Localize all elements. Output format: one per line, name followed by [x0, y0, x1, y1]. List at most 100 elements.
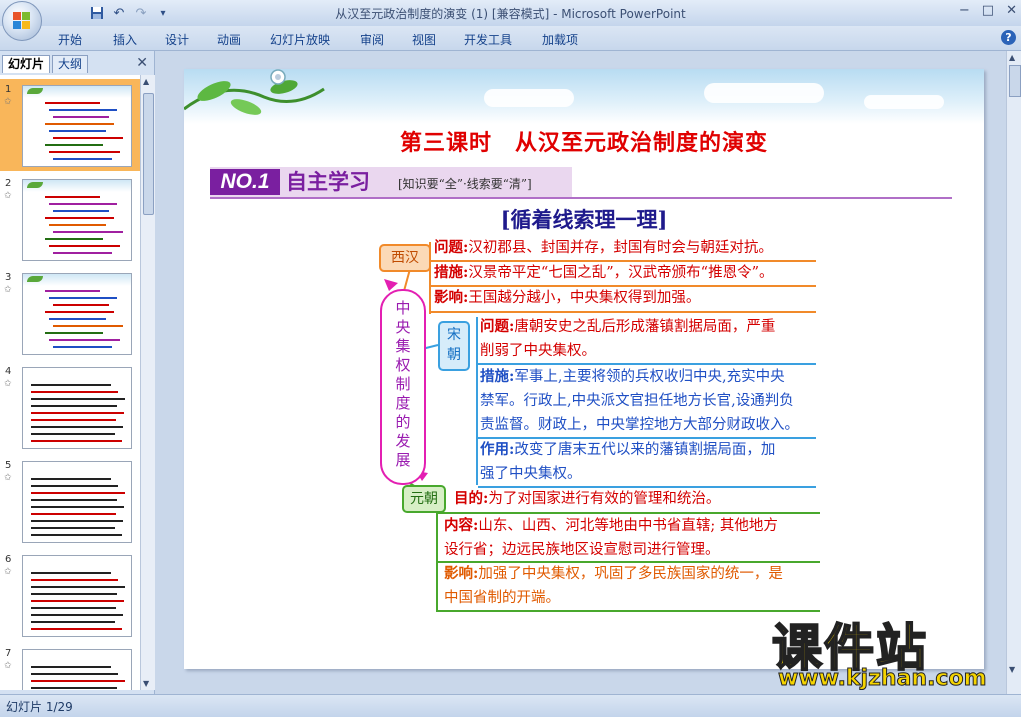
xihan-bracket	[429, 242, 431, 314]
tab-slideshow[interactable]: 幻灯片放映	[270, 31, 330, 48]
thumbnail-text-line	[31, 621, 115, 623]
transition-star-icon: ✩	[4, 97, 12, 107]
thumbnail-number: 4	[5, 366, 12, 377]
scroll-down-icon[interactable]: ▼	[143, 679, 149, 688]
thumbnail-number: 3	[5, 272, 12, 283]
minimize-button[interactable]: −	[959, 3, 970, 18]
slide-thumbnail[interactable]	[22, 179, 132, 261]
slide-thumbnail[interactable]	[22, 85, 132, 167]
tab-addins[interactable]: 加载项	[542, 31, 578, 48]
transition-star-icon: ✩	[4, 191, 12, 201]
site-watermark: 课件站 www.kjzhan.com	[758, 608, 1020, 694]
xihan-divider	[431, 311, 816, 313]
thumbnail-text-line	[53, 325, 123, 327]
window-controls: − □ ✕	[959, 3, 1017, 18]
xihan-row-measure: 措施:汉景帝平定“七国之乱”，汉武帝颁布“推恩令”。	[434, 264, 774, 281]
thumbnail-text-line	[31, 499, 117, 501]
center-node-char: 展	[395, 451, 411, 469]
center-node-char: 中	[395, 299, 411, 317]
slide-thumbnail-item[interactable]: 5 ✩	[0, 455, 140, 547]
slide-thumbnail[interactable]	[22, 555, 132, 637]
slide-thumbnail-item[interactable]: 1 ✩	[0, 79, 140, 171]
tab-developer[interactable]: 开发工具	[464, 31, 512, 48]
xihan-row-impact: 影响:王国越分越小，中央集权得到加强。	[434, 289, 701, 306]
slide-thumbnail-item[interactable]: 2 ✩	[0, 173, 140, 265]
thumbnail-text-line	[31, 666, 111, 668]
scroll-up-icon[interactable]: ▲	[143, 77, 149, 86]
song-row-problem: 问题:唐朝安史之乱后形成藩镇割据局面，严重 削弱了中央集权。	[480, 318, 776, 359]
tab-insert[interactable]: 插入	[113, 31, 137, 48]
slide-thumbnail[interactable]	[22, 649, 132, 690]
thumbnail-text-line	[31, 673, 118, 675]
slide-scrollbar[interactable]: ▲ ▼	[1006, 51, 1021, 694]
thumbnail-text-line	[31, 478, 111, 480]
center-node-char: 发	[395, 432, 411, 450]
tab-animation[interactable]: 动画	[217, 31, 241, 48]
tab-design[interactable]: 设计	[165, 31, 189, 48]
thumbnail-number: 7	[5, 648, 12, 659]
slide-canvas[interactable]: 第三课时 从汉至元政治制度的演变 NO.1 自主学习 [知识要“全”·线索要“清…	[184, 69, 984, 669]
thumbnail-text-line	[53, 346, 112, 348]
tab-home[interactable]: 开始	[58, 31, 82, 48]
node-song-char: 宋	[447, 327, 461, 343]
thumbnail-text-line	[53, 137, 123, 139]
thumbnail-list: 1 ✩ 2 ✩ 3 ✩ 4 ✩ 5 ✩ 6 ✩ 7 ✩	[0, 75, 140, 690]
node-song: 宋朝	[438, 321, 470, 371]
song-row-effect: 作用:改变了唐末五代以来的藩镇割据局面，加 强了中央集权。	[480, 441, 776, 482]
thumbnail-text-line	[53, 158, 112, 160]
tab-slides[interactable]: 幻灯片	[2, 55, 51, 73]
center-node-char: 权	[395, 356, 411, 374]
tab-outline[interactable]: 大纲	[52, 55, 89, 73]
thumbnail-text-line	[31, 520, 123, 522]
slides-pane: 幻灯片 大纲 ✕ 1 ✩ 2 ✩ 3 ✩ 4 ✩ 5 ✩ 6 ✩ 7 ✩ ▲ ▼	[0, 51, 155, 694]
thumbnail-text-line	[31, 440, 122, 442]
tab-view[interactable]: 视图	[412, 31, 436, 48]
slide-thumbnail[interactable]	[22, 461, 132, 543]
maximize-button[interactable]: □	[982, 3, 994, 18]
scroll-handle[interactable]	[143, 93, 154, 215]
thumbnail-text-line	[31, 572, 111, 574]
thumbnail-text-line	[31, 426, 123, 428]
slide-thumbnail-item[interactable]: 6 ✩	[0, 549, 140, 641]
slide-thumbnail-item[interactable]: 4 ✩	[0, 361, 140, 453]
ribbon-tabs: 开始 插入 设计 动画 幻灯片放映 审阅 视图 开发工具 加载项 ?	[0, 26, 1021, 51]
pane-tabs: 幻灯片 大纲 ✕	[0, 53, 154, 73]
thumbnail-text-line	[31, 391, 118, 393]
thumbnail-text-line	[31, 607, 116, 609]
thumbnail-number: 6	[5, 554, 12, 565]
slide-thumbnail-item[interactable]: 3 ✩	[0, 267, 140, 359]
close-button[interactable]: ✕	[1006, 3, 1017, 18]
scroll-handle[interactable]	[1009, 65, 1021, 97]
office-button[interactable]	[2, 1, 42, 41]
thumbnail-number: 2	[5, 178, 12, 189]
slide-thumbnail[interactable]	[22, 367, 132, 449]
thumbnail-text-line	[31, 513, 116, 515]
thumbnail-text-line	[31, 405, 117, 407]
title-bar: ↶ ↷ ▾ 从汉至元政治制度的演变 (1) [兼容模式] - Microsoft…	[0, 0, 1021, 27]
yuan-row-goal: 目的:为了对国家进行有效的管理和统治。	[454, 490, 721, 507]
transition-star-icon: ✩	[4, 285, 12, 295]
thumbnail-text-line	[45, 123, 114, 125]
thumbnail-text-line	[45, 217, 114, 219]
thumbnail-text-line	[49, 130, 106, 132]
close-pane-icon[interactable]: ✕	[136, 55, 148, 71]
help-icon[interactable]: ?	[1001, 30, 1016, 45]
thumbnail-text-line	[31, 600, 124, 602]
song-bracket	[476, 317, 478, 485]
scroll-up-icon[interactable]: ▲	[1009, 53, 1015, 62]
thumbnail-text-line	[49, 224, 106, 226]
transition-star-icon: ✩	[4, 567, 12, 577]
thumbnail-text-line	[31, 412, 124, 414]
thumbnail-text-line	[45, 332, 103, 334]
thumbnail-text-line	[53, 231, 123, 233]
transition-star-icon: ✩	[4, 379, 12, 389]
yuan-row-impact: 影响:加强了中央集权，巩固了多民族国家的统一，是 中国省制的开端。	[444, 565, 783, 606]
thumbnail-scrollbar[interactable]: ▲ ▼	[140, 75, 155, 690]
status-bar: 幻灯片 1/29	[0, 694, 1021, 717]
center-node-char: 度	[395, 394, 411, 412]
slide-thumbnail-item[interactable]: 7 ✩	[0, 643, 140, 690]
center-node-char: 的	[395, 413, 411, 431]
thumbnail-text-line	[49, 245, 120, 247]
tab-review[interactable]: 审阅	[360, 31, 384, 48]
slide-thumbnail[interactable]	[22, 273, 132, 355]
